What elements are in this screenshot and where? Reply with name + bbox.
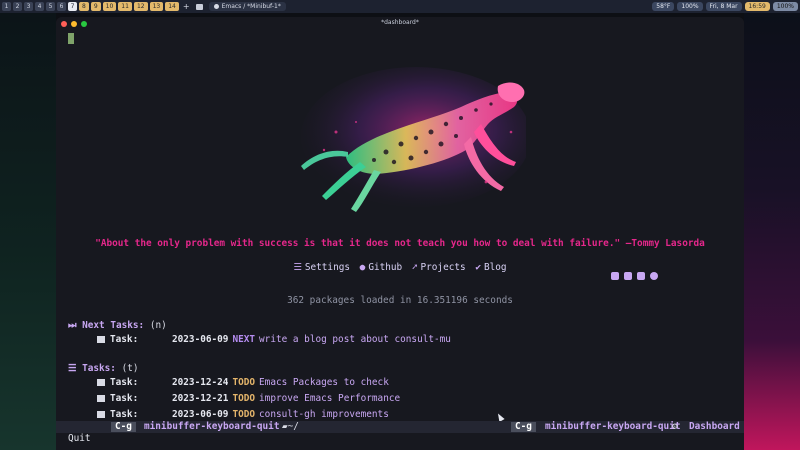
echo-area: Quit [68, 433, 91, 444]
mode-line: C-g minibuffer-keyboard-quit ▰~/ C-g min… [56, 421, 744, 433]
rocket-icon: ➚ [411, 262, 418, 273]
weather-status[interactable]: 58°F [652, 2, 675, 11]
keybinding-badge-left: C-g [111, 422, 136, 432]
task-date: 2023-12-21 [172, 393, 229, 404]
volume-status[interactable]: 100% [677, 2, 703, 11]
directory-text: ~/ [287, 421, 299, 432]
settings-icon: ☰ [293, 262, 302, 273]
clock-text: 16:59 [748, 3, 766, 10]
next-tasks-label: Next Tasks: [82, 320, 145, 331]
workspace-9[interactable]: 9 [90, 2, 101, 11]
dashboard-icon-row [611, 272, 658, 280]
workspace-14[interactable]: 14 [165, 2, 179, 11]
workspace-11[interactable]: 11 [118, 2, 132, 11]
last-command-left: minibuffer-keyboard-quit [144, 421, 280, 432]
packages-loaded-info: 362 packages loaded in 16.351196 seconds [287, 295, 513, 306]
task-date: 2023-06-09 [172, 409, 229, 420]
task-title: consult-gh improvements [259, 409, 389, 420]
blog-link[interactable]: ✔ Blog [475, 262, 506, 273]
window-titlebar[interactable]: *dashboard* [56, 17, 744, 30]
help-icon[interactable] [650, 272, 658, 280]
workspace-13[interactable]: 13 [149, 2, 164, 11]
github-link[interactable]: ● Github [360, 262, 403, 273]
app-label-text: Emacs / *Minibuf-1* [221, 3, 281, 10]
settings-link[interactable]: ☰ Settings [293, 262, 350, 273]
emacs-window: *dashboard* "About the only problem with… [56, 17, 744, 450]
workspace-4[interactable]: 4 [35, 2, 44, 11]
workspace-7[interactable]: 7 [68, 2, 77, 11]
list-item[interactable]: Task: 2023-06-09 TODO consult-gh improvemen… [97, 409, 389, 420]
desktop-wallpaper-left [0, 13, 56, 450]
text-cursor [68, 33, 74, 44]
task-keyword: TODO [232, 377, 256, 388]
task-keyword: NEXT [232, 334, 256, 345]
blog-label: Blog [483, 262, 507, 273]
date-text: Fri, 8 Mar [709, 3, 738, 10]
projects-link[interactable]: ➚ Projects [412, 262, 466, 273]
workspace-3[interactable]: 3 [24, 2, 33, 11]
task-keyword: TODO [232, 409, 256, 420]
status-area: 58°F 100% Fri, 8 Mar 16:59 100% [652, 2, 798, 11]
mail-icon[interactable] [611, 272, 619, 280]
battery-text: 100% [776, 3, 794, 10]
cheetah-banner-image [301, 67, 526, 212]
next-tasks-heading[interactable]: ⏭ Next Tasks: (n) [68, 320, 167, 331]
workspace-5[interactable]: 5 [46, 2, 55, 11]
github-icon: ● [359, 262, 366, 273]
task-icon [97, 336, 105, 343]
calendar-icon[interactable] [637, 272, 645, 280]
clock-status[interactable]: 16:59 [744, 2, 770, 11]
list-item[interactable]: Task: 2023-12-24 TODO Emacs Packages to che… [97, 377, 389, 388]
next-tasks-icon: ⏭ [68, 320, 77, 331]
task-date: 2023-12-24 [172, 377, 229, 388]
task-title: Emacs Packages to check [259, 377, 389, 388]
task-label: Task: [110, 334, 139, 345]
window-title: *dashboard* [381, 19, 419, 26]
gear-icon[interactable]: ⚙ [672, 421, 678, 433]
desktop-wallpaper-right [744, 13, 800, 450]
last-command-right: minibuffer-keyboard-quit [545, 421, 681, 432]
workspace-1[interactable]: 1 [2, 2, 11, 11]
task-icon [97, 411, 105, 418]
task-label: Task: [110, 377, 139, 388]
task-icon [97, 395, 105, 402]
weather-text: 58°F [656, 3, 671, 10]
task-icon [97, 379, 105, 386]
keybinding-badge-right: C-g [511, 422, 536, 432]
workspace-8[interactable]: 8 [79, 2, 89, 11]
tasks-heading[interactable]: ☰ Tasks: (t) [68, 363, 139, 374]
app-icon [213, 4, 219, 9]
top-menu-bar: 1 2 3 4 5 6 7 8 9 10 11 12 13 14 + Emacs… [0, 0, 800, 13]
task-keyword: TODO [232, 393, 256, 404]
list-item[interactable]: Task: 2023-06-09 NEXT write a blog post abo… [97, 334, 451, 345]
list-item[interactable]: Task: 2023-12-21 TODO improve Emacs Perform… [97, 393, 400, 404]
next-tasks-shortcut: (n) [149, 320, 167, 331]
workspace-12[interactable]: 12 [133, 2, 148, 11]
monitor-icon [195, 3, 203, 10]
workspace-2[interactable]: 2 [13, 2, 22, 11]
tasks-label: Tasks: [82, 363, 116, 374]
workspace-10[interactable]: 10 [102, 2, 117, 11]
blog-icon: ✔ [475, 262, 481, 273]
tasks-shortcut: (t) [121, 363, 139, 374]
date-status[interactable]: Fri, 8 Mar [705, 2, 742, 11]
battery-status[interactable]: 100% [772, 2, 798, 11]
task-date: 2023-06-09 [172, 334, 229, 345]
focused-app-label[interactable]: Emacs / *Minibuf-1* [208, 2, 286, 11]
volume-text: 100% [681, 3, 699, 10]
task-label: Task: [110, 409, 139, 420]
settings-label: Settings [304, 262, 350, 273]
current-directory[interactable]: ▰~/ [282, 421, 299, 433]
task-title: write a blog post about consult-mu [259, 334, 451, 345]
task-title: improve Emacs Performance [259, 393, 401, 404]
dashboard-quote: "About the only problem with success is … [95, 238, 705, 249]
add-workspace-icon[interactable]: + [183, 2, 190, 11]
projects-label: Projects [420, 262, 466, 273]
github-label: Github [368, 262, 403, 273]
task-label: Task: [110, 393, 139, 404]
tasks-icon: ☰ [68, 363, 77, 374]
buffer-name[interactable]: Dashboard [689, 421, 740, 433]
rss-icon[interactable] [624, 272, 632, 280]
workspace-6[interactable]: 6 [57, 2, 66, 11]
